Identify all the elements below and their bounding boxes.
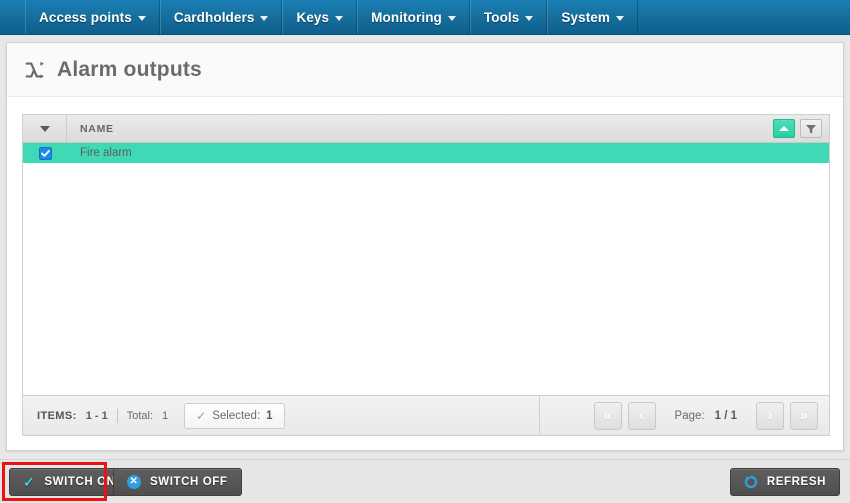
page-header: Alarm outputs [7,43,843,97]
nav-item-system[interactable]: System [547,0,639,34]
refresh-button[interactable]: REFRESH [729,468,840,496]
shuffle-icon [25,61,45,78]
grid-header-row: NAME [23,115,829,143]
page-body: Alarm outputs NAME Fire alarm ITEMS: 1 -… [0,36,850,503]
nav-item-tools[interactable]: Tools [469,0,548,34]
table-row[interactable]: Fire alarm [23,143,829,163]
next-page-button[interactable]: › [756,401,784,430]
grid-header-tools [773,115,829,142]
grid-body: Fire alarm [23,143,829,395]
nav-item-label: Cardholders [173,9,255,25]
nav-item-label: Tools [483,9,520,25]
pagination-controls: « ‹ Page: 1 / 1 › » [593,396,818,435]
switch-on-button[interactable]: ✓ SWITCH ON [9,468,130,496]
action-toolbar: ✓ SWITCH ON ✕ SWITCH OFF REFRESH [0,459,850,503]
switch-off-label: SWITCH OFF [150,476,228,488]
switch-on-label: SWITCH ON [44,476,116,488]
previous-page-button[interactable]: ‹ [627,401,656,430]
filter-funnel-icon [806,124,816,134]
page-label: Page: [674,409,705,422]
switch-off-button[interactable]: ✕ SWITCH OFF [113,468,242,496]
first-page-button[interactable]: « [593,401,622,430]
nav-item-monitoring[interactable]: Monitoring [357,0,470,34]
chevron-down-icon [616,15,625,21]
chevron-down-icon [447,15,456,21]
items-label: ITEMS: [37,409,77,422]
total-label: Total: [126,409,153,422]
selected-count-button[interactable]: ✓ Selected: 1 [184,402,285,429]
page-indicator: Page: 1 / 1 [662,410,750,422]
column-header-name[interactable]: NAME [67,115,773,142]
refresh-label: REFRESH [766,476,826,488]
sort-ascending-button[interactable] [773,119,795,138]
chevron-down-icon [39,125,50,132]
chevron-down-icon [137,15,146,21]
chevron-down-icon [260,15,269,21]
items-range: 1 - 1 [85,409,108,422]
main-navigation-bar: Access points Cardholders Keys Monitorin… [0,0,850,35]
check-icon [40,149,50,157]
page-title: Alarm outputs [57,57,202,81]
selected-label: Selected: [212,409,261,422]
nav-item-label: System [561,9,611,25]
data-grid: NAME Fire alarm ITEMS: 1 - 1 Total: 1 ✓ … [22,114,830,436]
page-value: 1 / 1 [714,409,737,422]
nav-item-label: Keys [296,9,330,25]
divider [539,396,540,435]
row-checkbox-checked[interactable] [38,146,52,160]
chevron-down-icon [525,15,534,21]
last-page-button[interactable]: » [790,401,818,430]
nav-item-keys[interactable]: Keys [282,0,358,34]
sort-ascending-icon [779,126,789,131]
check-icon: ✓ [23,474,36,490]
nav-item-access-points[interactable]: Access points [25,0,160,34]
items-summary: ITEMS: 1 - 1 Total: 1 [23,408,169,423]
grid-footer: ITEMS: 1 - 1 Total: 1 ✓ Selected: 1 « ‹ … [23,395,829,435]
row-cell-name: Fire alarm [80,147,132,159]
check-icon: ✓ [196,408,207,423]
total-value: 1 [162,409,169,422]
application-window: Access points Cardholders Keys Monitorin… [0,0,850,503]
content-panel: Alarm outputs NAME Fire alarm ITEMS: 1 -… [6,42,844,451]
nav-item-label: Monitoring [371,9,442,25]
selected-value: 1 [266,409,273,422]
divider [116,408,118,423]
select-all-dropdown[interactable] [23,115,67,142]
filter-button[interactable] [800,119,822,138]
nav-item-label: Access points [39,9,132,25]
chevron-down-icon [335,15,344,21]
row-checkbox-cell[interactable] [23,146,67,160]
refresh-circle-icon [744,475,758,489]
nav-item-cardholders[interactable]: Cardholders [159,0,283,34]
circle-x-icon: ✕ [127,475,141,489]
